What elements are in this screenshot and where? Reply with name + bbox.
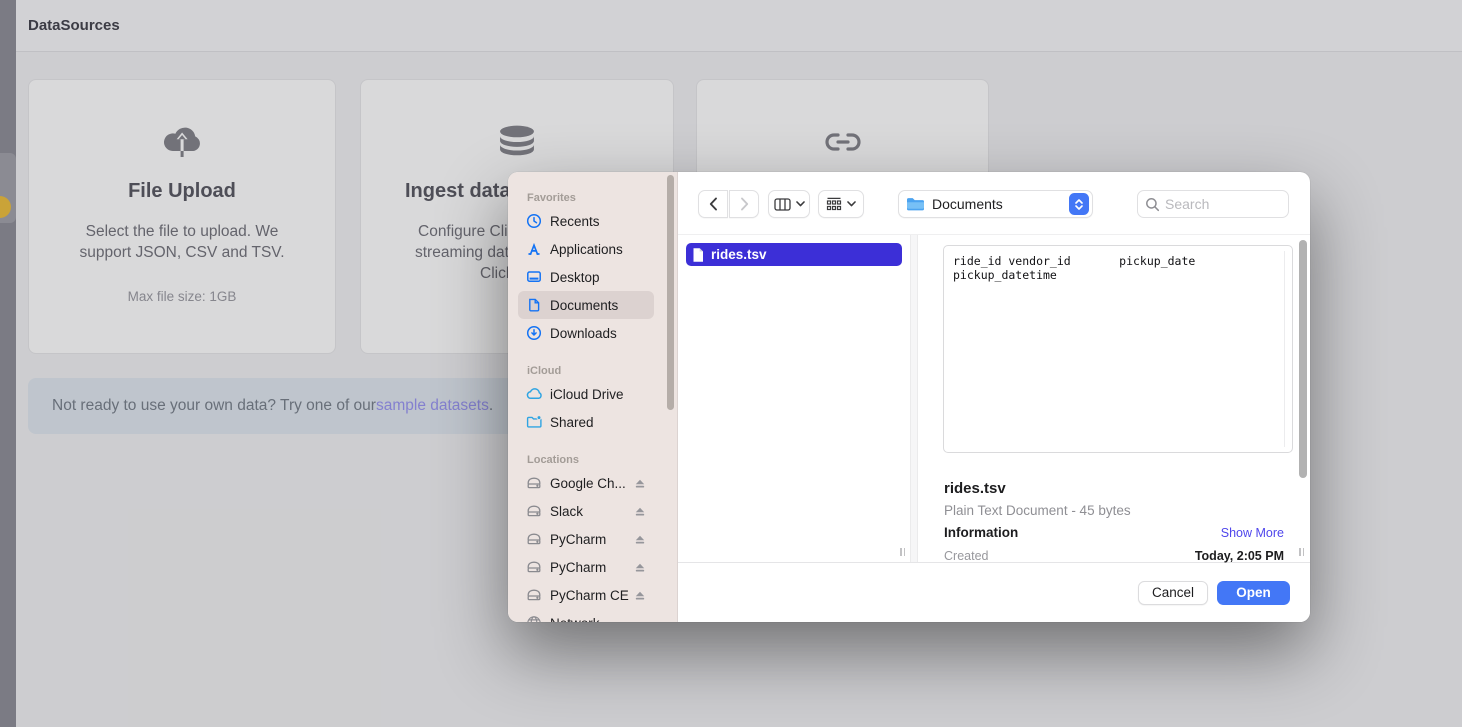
cancel-button[interactable]: Cancel	[1138, 581, 1208, 605]
chevron-down-icon	[1075, 205, 1083, 210]
eject-icon[interactable]	[634, 477, 646, 495]
cloud-icon	[525, 386, 543, 402]
chevron-down-icon	[796, 201, 805, 207]
eject-icon[interactable]	[634, 533, 646, 551]
information-label: Information	[944, 525, 1018, 540]
eject-icon[interactable]	[634, 561, 646, 579]
sidebar-item-label: PyCharm CE	[550, 588, 629, 603]
finder-sidebar: Favorites Recents Applications Desktop D…	[508, 172, 678, 622]
sidebar-item-label: PyCharm	[550, 532, 606, 547]
sidebar-item-pycharm-2[interactable]: PyCharm	[518, 553, 654, 581]
external-drive-icon	[525, 475, 543, 491]
group-view-button[interactable]	[818, 190, 864, 218]
clock-icon	[525, 213, 543, 229]
appstore-icon	[525, 241, 543, 257]
search-icon	[1145, 197, 1160, 212]
document-icon	[525, 297, 543, 313]
sidebar-item-pycharm-ce[interactable]: PyCharm CE	[518, 581, 654, 609]
open-file-dialog: Favorites Recents Applications Desktop D…	[508, 172, 1310, 622]
chevron-up-icon	[1075, 199, 1083, 204]
eject-icon[interactable]	[634, 589, 646, 607]
sidebar-item-documents[interactable]: Documents	[518, 291, 654, 319]
file-preview-box: ride_id vendor_id pickup_date pickup_dat…	[943, 245, 1293, 453]
sidebar-item-label: Shared	[550, 415, 594, 430]
sidebar-item-applications[interactable]: Applications	[518, 235, 654, 263]
eject-icon[interactable]	[634, 505, 646, 523]
chevron-left-icon	[709, 197, 718, 211]
sidebar-item-slack[interactable]: Slack	[518, 497, 654, 525]
location-dropdown[interactable]: Documents	[898, 190, 1093, 218]
sidebar-item-label: Documents	[550, 298, 618, 313]
sidebar-item-label: Downloads	[550, 326, 617, 341]
preview-text-line: pickup_datetime	[953, 268, 1283, 282]
column-resize-handle[interactable]	[900, 548, 905, 556]
sidebar-item-label: Recents	[550, 214, 600, 229]
created-label: Created	[944, 549, 988, 563]
sidebar-item-icloud-drive[interactable]: iCloud Drive	[518, 380, 654, 408]
shared-folder-icon	[525, 414, 543, 430]
column-divider	[910, 235, 918, 562]
sidebar-item-label: Desktop	[550, 270, 600, 285]
external-drive-icon	[525, 559, 543, 575]
preview-text-line: ride_id vendor_id pickup_date	[953, 254, 1283, 268]
globe-icon	[525, 615, 543, 622]
external-drive-icon	[525, 531, 543, 547]
preview-file-name: rides.tsv	[944, 480, 1006, 497]
external-drive-icon	[525, 587, 543, 603]
sidebar-item-pycharm[interactable]: PyCharm	[518, 525, 654, 553]
text-file-icon	[691, 247, 705, 263]
desktop-icon	[525, 269, 543, 285]
sidebar-item-label: Applications	[550, 242, 623, 257]
sidebar-scrollbar[interactable]	[667, 175, 674, 410]
chevron-right-icon	[740, 197, 749, 211]
column-resize-handle[interactable]	[1299, 548, 1304, 556]
search-input[interactable]	[1165, 196, 1275, 212]
file-list-column: rides.tsv	[678, 235, 910, 562]
search-field[interactable]	[1137, 190, 1289, 218]
dropdown-stepper[interactable]	[1069, 193, 1089, 215]
download-icon	[525, 325, 543, 341]
sidebar-item-label: Google Ch...	[550, 476, 626, 491]
sidebar-item-desktop[interactable]: Desktop	[518, 263, 654, 291]
sidebar-item-label: Network	[550, 616, 600, 623]
column-browser: rides.tsv ride_id vendor_id pickup_date …	[678, 235, 1310, 562]
forward-button[interactable]	[729, 190, 759, 218]
sidebar-section-label: iCloud	[527, 365, 677, 378]
dialog-toolbar: Documents	[678, 172, 1310, 235]
file-name: rides.tsv	[711, 247, 767, 262]
file-row-rides-tsv[interactable]: rides.tsv	[686, 243, 902, 266]
sidebar-item-recents[interactable]: Recents	[518, 207, 654, 235]
chevron-down-icon	[847, 201, 856, 207]
preview-file-kind: Plain Text Document - 45 bytes	[944, 503, 1131, 518]
sidebar-section-label: Favorites	[527, 192, 677, 205]
sidebar-item-label: iCloud Drive	[550, 387, 624, 402]
columns-icon	[774, 198, 791, 211]
sidebar-item-google-drive[interactable]: Google Ch...	[518, 469, 654, 497]
back-button[interactable]	[698, 190, 728, 218]
dialog-main: Documents rides.tsv	[678, 172, 1310, 622]
location-label: Documents	[932, 196, 1069, 212]
dialog-footer: Cancel Open	[678, 562, 1310, 622]
external-drive-icon	[525, 503, 543, 519]
open-button[interactable]: Open	[1217, 581, 1290, 605]
browser-scrollbar[interactable]	[1299, 240, 1307, 478]
show-more-link[interactable]: Show More	[1221, 526, 1284, 540]
sidebar-item-shared[interactable]: Shared	[518, 408, 654, 436]
sidebar-section-label: Locations	[527, 454, 677, 467]
preview-scrollbar-track	[1284, 251, 1285, 447]
preview-column: ride_id vendor_id pickup_date pickup_dat…	[918, 235, 1310, 562]
created-value: Today, 2:05 PM	[1195, 549, 1284, 563]
column-view-button[interactable]	[768, 190, 810, 218]
sidebar-item-downloads[interactable]: Downloads	[518, 319, 654, 347]
folder-icon	[906, 196, 925, 212]
sidebar-item-label: PyCharm	[550, 560, 606, 575]
sidebar-item-label: Slack	[550, 504, 583, 519]
sidebar-item-network[interactable]: Network	[518, 609, 654, 622]
grouping-icon	[826, 197, 842, 211]
